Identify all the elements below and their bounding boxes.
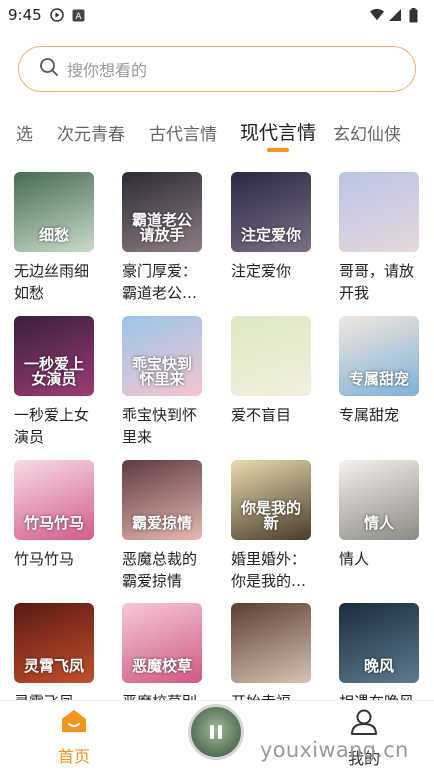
book-title[interactable]: 专属甜宠 <box>339 404 427 448</box>
pause-icon <box>208 725 224 739</box>
book-card[interactable]: 注定爱你 注定爱你 <box>231 172 315 304</box>
tab-youth[interactable]: 次元青春 <box>57 120 125 145</box>
nav-home-label: 首页 <box>57 747 90 766</box>
book-cover[interactable]: 霸道老公请放手 <box>122 172 202 252</box>
book-cover[interactable]: 灵霄飞凤 <box>14 603 94 683</box>
book-card[interactable]: 细愁 无边丝雨细如愁 <box>14 172 98 304</box>
book-card[interactable]: 专属甜宠 专属甜宠 <box>339 316 423 448</box>
user-icon <box>350 709 378 739</box>
book-card[interactable]: 爱不盲目 <box>231 316 315 448</box>
book-cover[interactable]: 乖宝快到怀里来 <box>122 316 202 396</box>
book-card[interactable]: 一秒爱上女演员 一秒爱上女演员 <box>14 316 98 448</box>
wifi-icon <box>370 8 384 22</box>
battery-icon <box>406 7 420 22</box>
book-cover[interactable] <box>231 603 311 683</box>
book-card[interactable]: 哥哥，请放开我 <box>339 172 423 304</box>
signal-icon <box>388 8 402 22</box>
book-title[interactable]: 爱不盲目 <box>231 404 319 448</box>
nav-home[interactable]: 首页 <box>48 709 100 767</box>
home-icon <box>61 710 87 737</box>
book-card[interactable]: 霸爱掠情 恶魔总裁的霸爱掠情 <box>122 460 206 592</box>
a-box-icon: A <box>72 8 86 22</box>
tab-modern-romance[interactable]: 现代言情 <box>240 118 316 145</box>
book-cover[interactable]: 恶魔校草 <box>122 603 202 683</box>
status-time: 9:45 <box>8 6 42 24</box>
book-card[interactable]: 霸道老公请放手 豪门厚爱：霸道老公… <box>122 172 206 304</box>
audio-player-button[interactable] <box>188 704 244 760</box>
status-bar: 9:45 A <box>0 0 434 30</box>
book-title[interactable]: 乖宝快到怀里来 <box>122 404 210 448</box>
watermark: youxiwang.cn <box>260 738 409 762</box>
book-cover[interactable]: 霸爱掠情 <box>122 460 202 540</box>
book-title[interactable]: 一秒爱上女演员 <box>14 404 102 448</box>
book-card[interactable]: 你是我的新 婚里婚外：你是我的… <box>231 460 315 592</box>
search-bar[interactable]: 搜你想看的 <box>18 46 416 92</box>
book-card[interactable]: 情人 情人 <box>339 460 423 592</box>
book-card[interactable]: 恶魔校草 恶魔校草别 <box>122 603 206 702</box>
book-cover[interactable]: 一秒爱上女演员 <box>14 316 94 396</box>
book-title[interactable]: 婚里婚外：你是我的… <box>231 548 319 592</box>
svg-text:A: A <box>76 12 83 22</box>
book-cover[interactable]: 专属甜宠 <box>339 316 419 396</box>
book-cover[interactable]: 竹马竹马 <box>14 460 94 540</box>
book-grid: 细愁 无边丝雨细如愁 霸道老公请放手 豪门厚爱：霸道老公… 注定爱你 注定爱你 … <box>0 172 434 702</box>
book-cover[interactable]: 细愁 <box>14 172 94 252</box>
book-title[interactable]: 注定爱你 <box>231 260 319 304</box>
book-card[interactable]: 乖宝快到怀里来 乖宝快到怀里来 <box>122 316 206 448</box>
book-title[interactable]: 哥哥，请放开我 <box>339 260 427 304</box>
book-card[interactable]: 开始幸福 <box>231 603 315 702</box>
book-cover[interactable]: 情人 <box>339 460 419 540</box>
search-placeholder: 搜你想看的 <box>67 61 148 80</box>
tab-featured[interactable]: 选 <box>16 120 33 145</box>
book-cover[interactable]: 晚风 <box>339 603 419 683</box>
book-title[interactable]: 无边丝雨细如愁 <box>14 260 102 304</box>
book-title[interactable]: 情人 <box>339 548 427 592</box>
book-title[interactable]: 竹马竹马 <box>14 548 102 592</box>
book-cover[interactable]: 注定爱你 <box>231 172 311 252</box>
active-tab-indicator <box>267 148 289 152</box>
book-card[interactable]: 晚风 相遇在晚风 <box>339 603 423 702</box>
tab-fantasy[interactable]: 玄幻仙侠 <box>333 120 401 145</box>
book-title[interactable]: 恶魔总裁的霸爱掠情 <box>122 548 210 592</box>
search-icon <box>39 57 59 81</box>
book-title[interactable]: 豪门厚爱：霸道老公… <box>122 260 210 304</box>
tab-ancient-romance[interactable]: 古代言情 <box>149 120 217 145</box>
category-tabs: 选 次元青春 古代言情 现代言情 玄幻仙侠 <box>0 112 434 158</box>
book-cover[interactable] <box>339 172 419 252</box>
play-circle-icon <box>49 8 64 22</box>
book-card[interactable]: 灵霄飞凤 灵霄飞凤 <box>14 603 98 702</box>
book-cover[interactable] <box>231 316 311 396</box>
book-card[interactable]: 竹马竹马 竹马竹马 <box>14 460 98 592</box>
book-cover[interactable]: 你是我的新 <box>231 460 311 540</box>
